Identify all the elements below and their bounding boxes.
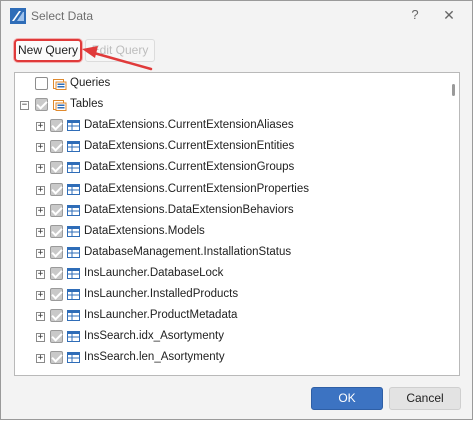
row-checkbox[interactable] [50, 224, 63, 238]
table-row[interactable]: + DataExtensions.CurrentExtensionProperti… [15, 180, 445, 201]
expand-toggle-icon[interactable]: + [36, 206, 45, 216]
scroll-thumb[interactable] [452, 84, 455, 96]
table-icon [67, 310, 80, 322]
table-icon [67, 162, 80, 174]
row-checkbox[interactable] [50, 245, 63, 259]
edit-query-button[interactable]: Edit Query [85, 39, 155, 62]
dialog-title: Select Data [31, 9, 94, 23]
row-checkbox[interactable] [35, 98, 48, 112]
row-label: DataExtensions.DataExtensionBehaviors [84, 203, 294, 216]
expand-toggle-icon[interactable]: + [36, 354, 45, 364]
app-logo-icon [10, 8, 26, 24]
row-checkbox[interactable] [50, 309, 63, 323]
expand-toggle-icon[interactable]: + [36, 227, 45, 237]
vertical-scrollbar[interactable] [449, 75, 459, 373]
table-row[interactable]: + InsLauncher.ProductMetadata [15, 306, 445, 327]
row-label: Tables [70, 98, 104, 111]
expand-toggle-icon[interactable]: + [36, 333, 45, 343]
table-icon [67, 204, 80, 216]
row-checkbox[interactable] [50, 203, 63, 217]
table-row[interactable]: + DataExtensions.DataExtensionBehaviors [15, 201, 445, 222]
table-icon [67, 183, 80, 195]
table-row[interactable]: + InsLauncher.DatabaseLock [15, 264, 445, 285]
row-label: Queries [70, 77, 111, 89]
expand-toggle-icon[interactable]: + [36, 164, 45, 174]
expand-toggle-icon[interactable]: + [36, 291, 45, 300]
row-label: InsLauncher.InstalledProducts [84, 288, 239, 300]
table-row[interactable]: + DataExtensions.Models [15, 222, 445, 243]
tree-item-queries[interactable]: Queries [15, 74, 445, 95]
row-label: DataExtensions.Models [84, 224, 205, 237]
table-row[interactable]: + InsSearch.len_Asortymenty [15, 348, 445, 369]
new-query-button[interactable]: New Query [14, 39, 82, 62]
help-button[interactable]: ? [405, 5, 425, 25]
collapse-toggle-icon[interactable]: − [20, 101, 29, 111]
table-icon [67, 141, 80, 153]
table-icon [67, 331, 80, 343]
row-label: InsLauncher.DatabaseLock [84, 266, 224, 279]
row-checkbox[interactable] [35, 77, 48, 90]
expand-toggle-icon[interactable]: + [36, 122, 45, 132]
data-tree-panel: Queries − Tables + DataExtensions.CurrentExt… [14, 72, 460, 376]
row-label: DataExtensions.CurrentExtensionGroups [84, 161, 295, 174]
row-label: DataExtensions.CurrentExtensionPropertie… [84, 182, 310, 195]
select-data-dialog: Select Data ? ✕ Edit Query New Query Que… [0, 0, 473, 420]
row-checkbox[interactable] [50, 182, 63, 196]
row-label: InsSearch.idx_Asortymenty [84, 330, 224, 343]
expand-toggle-icon[interactable]: + [36, 248, 45, 258]
row-checkbox[interactable] [50, 266, 63, 280]
row-checkbox[interactable] [50, 161, 63, 175]
ok-button[interactable]: OK [311, 387, 383, 410]
table-row[interactable]: + DataExtensions.CurrentExtensionGroups [15, 158, 445, 179]
row-label: DatabaseManagement.InstallationStatus [84, 245, 292, 258]
table-icon [67, 352, 80, 364]
expand-toggle-icon[interactable]: + [36, 269, 45, 279]
title-bar: Select Data ? ✕ [1, 1, 472, 31]
expand-toggle-icon[interactable]: + [36, 185, 45, 195]
cancel-button[interactable]: Cancel [389, 387, 461, 410]
table-row[interactable]: + DataExtensions.CurrentExtensionEntities [15, 137, 445, 158]
table-row[interactable]: + InsSearch.idx_Asortymenty [15, 327, 445, 348]
row-label: InsSearch.len_Asortymenty [84, 351, 225, 364]
row-label: DataExtensions.CurrentExtensionAliases [84, 119, 294, 132]
row-checkbox[interactable] [50, 330, 63, 344]
row-checkbox[interactable] [50, 351, 63, 365]
table-icon [67, 289, 80, 300]
row-checkbox[interactable] [50, 140, 63, 154]
table-row[interactable]: + InsLauncher.InstalledProducts [15, 285, 445, 306]
table-folder-icon [53, 100, 67, 112]
table-row[interactable]: + DataExtensions.CurrentExtensionAliases [15, 116, 445, 137]
expand-toggle-icon[interactable]: + [36, 143, 45, 153]
table-icon [67, 120, 80, 132]
table-icon [67, 267, 80, 279]
query-folder-icon [53, 79, 67, 90]
table-row[interactable]: + DatabaseManagement.InstallationStatus [15, 243, 445, 264]
table-icon [67, 246, 80, 258]
table-icon [67, 225, 80, 237]
close-button[interactable]: ✕ [439, 5, 459, 25]
row-label: InsLauncher.ProductMetadata [84, 309, 238, 322]
tree-item-tables[interactable]: − Tables [15, 95, 445, 116]
expand-toggle-icon[interactable]: + [36, 312, 45, 322]
row-label: DataExtensions.CurrentExtensionEntities [84, 140, 295, 153]
row-checkbox[interactable] [50, 119, 63, 133]
row-checkbox[interactable] [50, 288, 63, 301]
